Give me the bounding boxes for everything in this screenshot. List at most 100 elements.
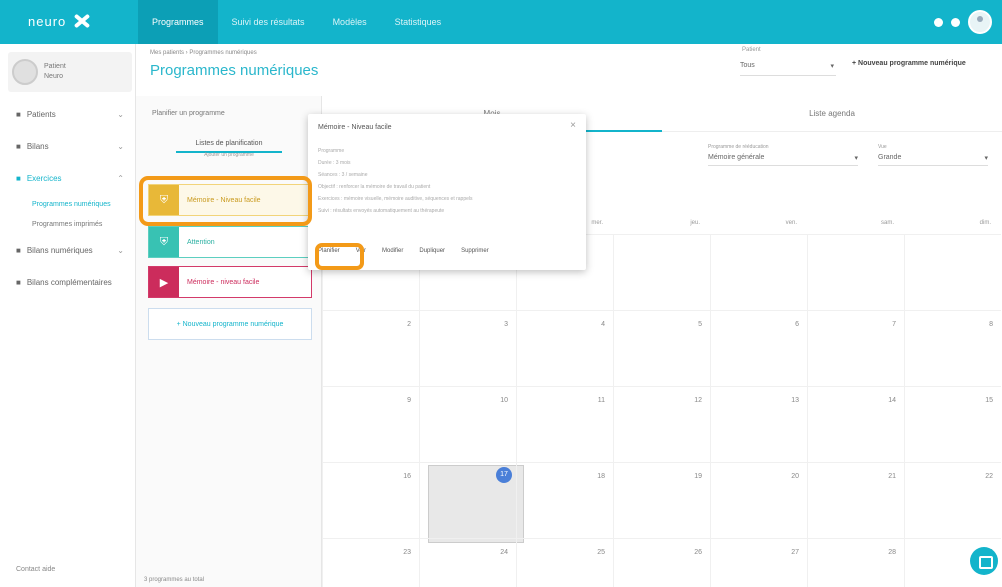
day-number: 12 — [694, 397, 702, 404]
user-box[interactable]: Patient Neuro — [8, 52, 132, 92]
nav-suivi[interactable]: Suivi des résultats — [218, 0, 319, 44]
day-cell[interactable] — [904, 234, 1001, 310]
day-cell[interactable]: 15 — [904, 386, 1001, 462]
calendar-grid: lun.mar.mer.jeu.ven.sam.dim.234567891011… — [322, 220, 1002, 587]
day-cell[interactable]: 27 — [710, 538, 807, 587]
supprimer-button[interactable]: Supprimer — [461, 248, 489, 254]
chevron-down-icon: ⌄ — [117, 109, 124, 119]
settings-icon[interactable] — [951, 17, 960, 27]
day-cell[interactable] — [613, 234, 710, 310]
sidebar-item-label: Bilans numériques — [26, 245, 93, 255]
day-number: 3 — [504, 321, 508, 328]
day-cell[interactable]: 17 — [419, 462, 524, 543]
nav-modeles[interactable]: Modèles — [319, 0, 381, 44]
sidebar-item-bilans-numeriques[interactable]: ■ Bilans numériques ⌄ — [0, 234, 136, 266]
tab-liste-agenda[interactable]: Liste agenda — [662, 96, 1002, 132]
day-number: 24 — [500, 549, 508, 556]
day-cell[interactable]: 26 — [613, 538, 710, 587]
exercices-icon: ■ — [16, 173, 21, 183]
day-header: dim. — [979, 220, 991, 226]
day-cell[interactable] — [807, 234, 904, 310]
sidebar-item-bilans[interactable]: ■ Bilans ⌄ — [0, 130, 136, 162]
help-icon[interactable] — [934, 17, 943, 27]
day-cell[interactable]: 3 — [419, 310, 516, 386]
nav-programmes[interactable]: Programmes — [138, 0, 218, 44]
user-role: Neuro — [44, 73, 64, 80]
day-cell[interactable]: 4 — [516, 310, 613, 386]
patients-icon: ■ — [16, 109, 21, 119]
day-cell[interactable]: 20 — [710, 462, 807, 538]
day-cell[interactable] — [710, 234, 807, 310]
popup-line: Programme — [318, 148, 345, 154]
day-cell[interactable]: 13 — [710, 386, 807, 462]
day-cell[interactable]: 22 — [904, 462, 1001, 538]
day-cell[interactable]: 7 — [807, 310, 904, 386]
top-nav: Programmes Suivi des résultats Modèles S… — [138, 0, 455, 44]
day-cell[interactable]: 25 — [516, 538, 613, 587]
program-card-attention[interactable]: ⛨ Attention — [148, 226, 312, 258]
day-header: sam. — [880, 220, 894, 226]
day-number: 14 — [888, 397, 896, 404]
view-filter[interactable]: Vue Grande ▾ — [878, 144, 988, 166]
modifier-button[interactable]: Modifier — [382, 248, 403, 254]
day-cell[interactable]: 12 — [613, 386, 710, 462]
popup-title: Mémoire - Niveau facile — [318, 124, 392, 131]
day-number: 11 — [597, 397, 605, 404]
view-filter-value[interactable]: Grande ▾ — [878, 150, 988, 166]
day-cell[interactable]: 24 — [419, 538, 516, 587]
day-cell[interactable]: 9 — [322, 386, 419, 462]
close-icon[interactable]: × — [570, 120, 576, 131]
sidebar-sub-numeriques[interactable]: Programmes numériques — [0, 194, 136, 214]
program-filter-value[interactable]: Mémoire générale ▾ — [708, 150, 858, 166]
day-cell[interactable]: 14 — [807, 386, 904, 462]
program-card-memoire-2[interactable]: ▶ Mémoire - niveau facile — [148, 266, 312, 298]
play-icon: ▶ — [149, 267, 179, 297]
day-cell[interactable]: 18 — [516, 462, 613, 538]
program-filter[interactable]: Programme de rééducation Mémoire général… — [708, 144, 858, 166]
day-cell[interactable]: 11 — [516, 386, 613, 462]
day-cell[interactable]: 21 — [807, 462, 904, 538]
caret-down-icon: ▾ — [984, 155, 988, 162]
popup-line: Suivi : résultats envoyés automatiquemen… — [318, 208, 445, 214]
sidebar-footer[interactable]: Contact aide — [16, 566, 55, 573]
day-number: 2 — [407, 321, 411, 328]
dupliquer-button[interactable]: Dupliquer — [419, 248, 445, 254]
day-cell[interactable]: 8 — [904, 310, 1001, 386]
day-cell[interactable]: 16 — [322, 462, 419, 538]
tab-planification-sub: Ajouter un programme — [204, 152, 254, 158]
day-cell[interactable]: 6 — [710, 310, 807, 386]
day-number: 18 — [597, 473, 605, 480]
user-name: Patient — [44, 63, 66, 70]
chat-icon[interactable] — [970, 547, 998, 575]
program-name: Mémoire - niveau facile — [187, 278, 260, 286]
sidebar-item-exercices[interactable]: ■ Exercices ⌃ — [0, 162, 136, 194]
day-cell[interactable]: 23 — [322, 538, 419, 587]
app-logo[interactable]: neuro — [28, 12, 93, 30]
program-panel: Planifier un programme Listes de planifi… — [136, 96, 322, 587]
sidebar-item-patients[interactable]: ■ Patients ⌄ — [0, 98, 136, 130]
sidebar-item-label: Bilans — [26, 141, 49, 151]
chevron-up-icon: ⌃ — [117, 173, 124, 183]
day-number: 22 — [985, 473, 993, 480]
popup-line: Exercices : mémoire visuelle, mémoire au… — [318, 196, 473, 202]
day-number: 25 — [597, 549, 605, 556]
day-number: 4 — [601, 321, 605, 328]
patient-filter-select[interactable]: Tous ▾ — [740, 58, 836, 76]
day-cell[interactable]: 5 — [613, 310, 710, 386]
day-number: 19 — [694, 473, 702, 480]
day-cell[interactable]: 2 — [322, 310, 419, 386]
day-cell[interactable]: 19 — [613, 462, 710, 538]
new-program-card-button[interactable]: + Nouveau programme numérique — [148, 308, 312, 340]
avatar — [12, 59, 38, 85]
day-cell[interactable]: 28 — [807, 538, 904, 587]
page-title: Programmes numériques — [150, 62, 319, 79]
nav-statistiques[interactable]: Statistiques — [381, 0, 456, 44]
day-number: 6 — [795, 321, 799, 328]
new-program-button[interactable]: + Nouveau programme numérique — [852, 60, 966, 67]
patient-filter-value: Tous — [740, 62, 755, 69]
day-cell[interactable]: 10 — [419, 386, 516, 462]
sidebar-sub-imprimes[interactable]: Programmes imprimés — [0, 214, 136, 234]
day-number: 27 — [791, 549, 799, 556]
sidebar-item-bilans-complementaires[interactable]: ■ Bilans complémentaires — [0, 266, 136, 298]
user-avatar-icon[interactable] — [968, 10, 992, 34]
